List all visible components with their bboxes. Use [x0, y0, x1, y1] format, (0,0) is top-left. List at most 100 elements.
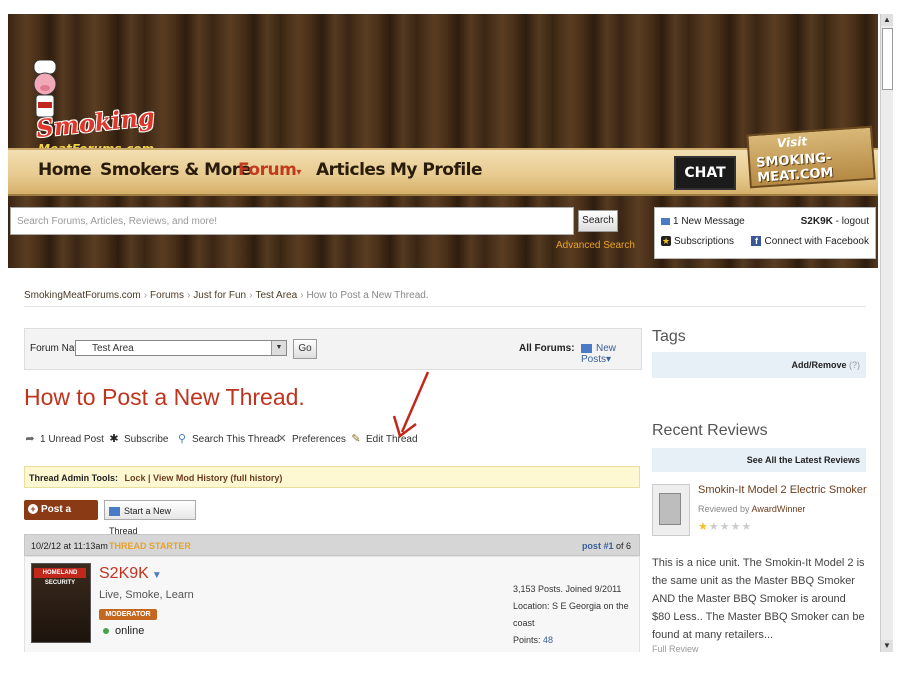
facebook-icon: f	[751, 236, 762, 247]
post-date: 10/2/12 at 11:13am	[31, 541, 108, 551]
browser-page: Smoking MeatForums.com Home Smokers & Mo…	[8, 14, 878, 652]
subscriptions-label: Subscriptions	[674, 236, 735, 247]
chevron-down-icon: ▾	[296, 167, 301, 178]
site-logo[interactable]: Smoking MeatForums.com	[14, 36, 164, 156]
unread-post-link[interactable]: ➦ 1 Unread Post	[24, 433, 104, 446]
connect-facebook-label: Connect with Facebook	[764, 236, 869, 247]
nav-home[interactable]: Home	[38, 160, 92, 180]
review-excerpt: This is a nice unit. The Smokin-It Model…	[652, 557, 865, 641]
preferences-label: Preferences	[292, 434, 346, 446]
nav-articles[interactable]: Articles	[316, 160, 386, 180]
rating-star-icon: ★	[730, 521, 742, 533]
user-logout: S2K9K - logout	[800, 216, 869, 227]
search-button[interactable]: Search	[578, 210, 618, 232]
start-new-thread-button[interactable]: Start a New Thread	[104, 500, 196, 536]
dropdown-arrow-icon[interactable]: ▼	[271, 341, 286, 355]
reviewed-by: Reviewed by AwardWinner	[698, 504, 805, 514]
admin-tools-links[interactable]: Lock | View Mod History (full history)	[125, 473, 283, 483]
rating-star-icon: ★	[741, 521, 753, 533]
post-username[interactable]: S2K9K ▼	[99, 565, 162, 583]
subscriptions-link[interactable]: ★ Subscriptions	[661, 236, 734, 247]
nav-smokers-more[interactable]: Smokers & More	[100, 160, 251, 180]
breadcrumb: SmokingMeatForums.com › Forums › Just for Fu…	[24, 290, 429, 301]
forum-nav-selected: Test Area	[92, 343, 134, 354]
user-location: Location: S E Georgia on the coast	[513, 601, 629, 628]
posts-joined: 3,153 Posts. Joined 9/2011	[513, 584, 622, 594]
breadcrumb-test-area[interactable]: Test Area	[255, 290, 297, 301]
scroll-down-icon[interactable]: ▼	[881, 640, 893, 652]
subscribe-label: Subscribe	[124, 434, 169, 446]
search-input[interactable]: Search Forums, Articles, Reviews, and mo…	[10, 207, 574, 235]
review-rating: ★★★★★	[698, 520, 752, 533]
go-button[interactable]: Go	[293, 339, 317, 359]
post-header: 10/2/12 at 11:13am THREAD STARTER post #…	[24, 534, 640, 556]
annotation-arrow-icon	[392, 371, 430, 439]
add-remove-tags-link[interactable]: Add/Remove	[791, 360, 846, 370]
envelope-icon	[661, 217, 670, 225]
online-dot-icon	[103, 628, 109, 635]
post-username-label: S2K9K	[99, 565, 149, 582]
reviewer-link[interactable]: AwardWinner	[752, 504, 806, 514]
tags-bar: Add/Remove (?)	[652, 352, 866, 378]
connect-facebook-link[interactable]: f Connect with Facebook	[751, 236, 869, 247]
nav-forum-label: Forum	[238, 160, 297, 180]
new-message-label: 1 New Message	[673, 216, 745, 227]
all-forums-label: All Forums:	[519, 343, 575, 354]
see-all-reviews-link[interactable]: See All the Latest Reviews	[652, 448, 866, 472]
online-status: online	[103, 625, 144, 637]
new-message-link[interactable]: 1 New Message	[661, 216, 745, 227]
rating-star-icon: ★	[708, 521, 720, 533]
tags-heading: Tags	[652, 328, 686, 345]
chevron-down-icon[interactable]: ▼	[152, 570, 162, 581]
smoker-image	[659, 493, 681, 525]
reviewed-by-label: Reviewed by	[698, 504, 750, 514]
logout-link[interactable]: logout	[842, 216, 869, 227]
thread-admin-tools: Thread Admin Tools: Lock | View Mod Hist…	[24, 466, 640, 488]
search-thread-label: Search This Thread	[192, 434, 280, 446]
pencil-icon: ✎	[351, 433, 361, 445]
magnifier-icon: ⚲	[177, 433, 187, 445]
user-box: 1 New Message ★ Subscriptions S2K9K - log…	[654, 207, 876, 259]
new-posts-link[interactable]: New Posts▾	[581, 343, 641, 365]
rating-star-icon: ★	[719, 521, 731, 533]
star-icon: ★	[661, 236, 671, 247]
breadcrumb-home[interactable]: SmokingMeatForums.com	[24, 290, 141, 301]
new-thread-icon	[109, 507, 120, 517]
scroll-thumb[interactable]	[882, 28, 893, 90]
post-number-link[interactable]: #1	[603, 541, 613, 551]
breadcrumb-just-for-fun[interactable]: Just for Fun	[193, 290, 246, 301]
rating-star-icon: ★	[698, 521, 709, 533]
scroll-up-icon[interactable]: ▲	[881, 14, 893, 26]
review-thumbnail[interactable]	[652, 484, 690, 536]
search-thread-link[interactable]: ⚲ Search This Thread	[176, 433, 280, 446]
full-review-link[interactable]: Full Review	[652, 644, 699, 652]
nav-forum[interactable]: Forum▾	[238, 160, 301, 180]
divider	[24, 306, 866, 307]
advanced-search-link[interactable]: Advanced Search	[556, 240, 635, 251]
unread-arrow-icon: ➦	[25, 433, 35, 445]
preferences-link[interactable]: ✕ Preferences	[276, 434, 346, 446]
visit-site-label: SMOKING-MEAT.COM	[755, 150, 834, 186]
site-header: Smoking MeatForums.com Home Smokers & Mo…	[8, 14, 878, 268]
user-title: Live, Smoke, Learn	[99, 589, 194, 601]
breadcrumb-current: How to Post a New Thread.	[306, 290, 429, 301]
subscribe-link[interactable]: ✱ Subscribe	[108, 434, 169, 446]
avatar[interactable]: HOMELAND SECURITY	[31, 563, 91, 643]
post-reply-button[interactable]: + Post a Reply	[24, 500, 98, 535]
nav-my-profile[interactable]: My Profile	[390, 160, 483, 180]
unread-post-label: 1 Unread Post	[40, 434, 104, 446]
breadcrumb-forums[interactable]: Forums	[150, 290, 184, 301]
points-label: Points:	[513, 635, 541, 645]
post-label: post	[581, 541, 601, 551]
help-icon[interactable]: (?)	[849, 360, 860, 370]
admin-tools-label: Thread Admin Tools:	[29, 473, 118, 483]
new-posts-icon	[581, 343, 592, 353]
vertical-scrollbar[interactable]: ▲ ▼	[880, 14, 893, 652]
username-link[interactable]: S2K9K	[801, 216, 833, 227]
visit-smoking-meat-sign[interactable]: Visit SMOKING-MEAT.COM	[746, 125, 876, 189]
chat-button[interactable]: CHAT	[674, 156, 736, 190]
forum-nav-select[interactable]: Test Area ▼	[75, 340, 287, 356]
plus-icon: +	[28, 504, 38, 514]
points-value[interactable]: 48	[543, 635, 553, 645]
review-title[interactable]: Smokin-It Model 2 Electric Smoker	[698, 484, 867, 496]
